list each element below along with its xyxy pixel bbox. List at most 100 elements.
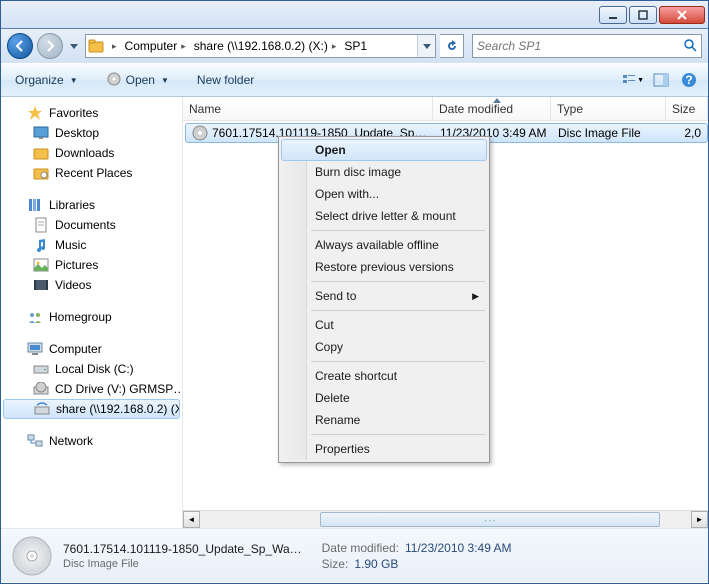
ctx-shortcut[interactable]: Create shortcut	[281, 365, 487, 387]
sidebar-desktop[interactable]: Desktop	[1, 123, 182, 143]
crumb-sp1[interactable]: SP1	[340, 35, 371, 57]
maximize-button[interactable]	[629, 6, 657, 24]
open-button[interactable]: Open▼	[100, 68, 175, 93]
search-icon[interactable]	[683, 38, 697, 55]
scroll-right-button[interactable]: ►	[691, 511, 708, 528]
view-options-button[interactable]: ▼	[622, 69, 644, 91]
refresh-button[interactable]	[440, 34, 464, 58]
sidebar-label: Favorites	[49, 106, 98, 120]
menu-separator	[311, 361, 485, 362]
sidebar-local-disk[interactable]: Local Disk (C:)	[1, 359, 182, 379]
ctx-burn[interactable]: Burn disc image	[281, 161, 487, 183]
ctx-mount[interactable]: Select drive letter & mount	[281, 205, 487, 227]
crumb-share[interactable]: share (\\192.168.0.2) (X:)▸	[190, 35, 341, 57]
nav-pane: Favorites Desktop Downloads Recent Place…	[1, 97, 183, 528]
folder-icon	[86, 39, 106, 53]
ctx-delete[interactable]: Delete	[281, 387, 487, 409]
disc-image-icon	[192, 125, 208, 141]
organize-label: Organize	[15, 73, 64, 87]
back-button[interactable]	[7, 33, 33, 59]
horizontal-scrollbar[interactable]: ◄ ∙∙∙ ►	[183, 510, 708, 528]
toolbar: Organize ▼ Open▼ New folder ▼ ?	[1, 63, 708, 97]
network-icon	[27, 433, 43, 449]
column-date[interactable]: Date modified	[433, 97, 551, 120]
address-bar[interactable]: ▸ Computer▸ share (\\192.168.0.2) (X:)▸ …	[85, 34, 436, 58]
ctx-open[interactable]: Open	[281, 139, 487, 161]
sidebar-label: Libraries	[49, 198, 95, 212]
ctx-restore[interactable]: Restore previous versions	[281, 256, 487, 278]
title-bar	[1, 1, 708, 29]
details-filename: 7601.17514.101119-1850_Update_Sp_Wa…	[63, 542, 302, 556]
close-button[interactable]	[659, 6, 705, 24]
submenu-arrow-icon: ▶	[472, 291, 479, 302]
nav-history-dropdown[interactable]	[67, 35, 81, 57]
column-name[interactable]: Name	[183, 97, 433, 120]
new-folder-button[interactable]: New folder	[191, 70, 260, 90]
menu-label: Create shortcut	[315, 369, 397, 383]
scroll-thumb[interactable]: ∙∙∙	[320, 512, 660, 527]
sidebar-recent[interactable]: Recent Places	[1, 163, 182, 183]
sidebar-libraries[interactable]: Libraries	[1, 195, 182, 215]
sidebar-network[interactable]: Network	[1, 431, 182, 451]
sidebar-pictures[interactable]: Pictures	[1, 255, 182, 275]
column-type[interactable]: Type	[551, 97, 666, 120]
menu-label: Select drive letter & mount	[315, 209, 456, 223]
computer-icon	[27, 341, 43, 357]
sidebar-videos[interactable]: Videos	[1, 275, 182, 295]
desktop-icon	[33, 125, 49, 141]
ctx-cut[interactable]: Cut	[281, 314, 487, 336]
chevron-down-icon: ▼	[70, 76, 78, 85]
ctx-open-with[interactable]: Open with...	[281, 183, 487, 205]
crumb-root-sep[interactable]: ▸	[106, 35, 121, 57]
star-icon	[27, 105, 43, 121]
column-label: Type	[557, 102, 583, 116]
help-button[interactable]: ?	[678, 69, 700, 91]
organize-button[interactable]: Organize ▼	[9, 70, 84, 90]
crumb-label: share (\\192.168.0.2) (X:)	[194, 39, 328, 53]
sidebar-share[interactable]: share (\\192.168.0.2) (X:)	[3, 399, 180, 419]
sidebar-cd-drive[interactable]: CD Drive (V:) GRMSP…	[1, 379, 182, 399]
ctx-rename[interactable]: Rename	[281, 409, 487, 431]
scroll-left-button[interactable]: ◄	[183, 511, 200, 528]
menu-label: Send to	[315, 289, 356, 303]
search-input[interactable]	[477, 39, 683, 53]
sidebar-label: Local Disk (C:)	[55, 362, 134, 376]
ctx-copy[interactable]: Copy	[281, 336, 487, 358]
sidebar-homegroup[interactable]: Homegroup	[1, 307, 182, 327]
menu-label: Burn disc image	[315, 165, 401, 179]
ctx-properties[interactable]: Properties	[281, 438, 487, 460]
ctx-offline[interactable]: Always available offline	[281, 234, 487, 256]
details-filetype: Disc Image File	[63, 558, 302, 570]
search-box[interactable]	[472, 34, 702, 58]
sidebar-downloads[interactable]: Downloads	[1, 143, 182, 163]
details-size-value: 1.90 GB	[354, 557, 398, 571]
menu-separator	[311, 434, 485, 435]
menu-label: Copy	[315, 340, 343, 354]
minimize-button[interactable]	[599, 6, 627, 24]
sidebar-label: Music	[55, 238, 86, 252]
disc-drive-icon	[33, 381, 49, 397]
crumb-computer[interactable]: Computer▸	[121, 35, 190, 57]
sidebar-favorites[interactable]: Favorites	[1, 103, 182, 123]
pictures-icon	[33, 257, 49, 273]
menu-label: Rename	[315, 413, 360, 427]
forward-button[interactable]	[37, 33, 63, 59]
address-dropdown[interactable]	[417, 35, 435, 57]
column-size[interactable]: Size	[666, 97, 708, 120]
preview-pane-button[interactable]	[650, 69, 672, 91]
menu-label: Cut	[315, 318, 334, 332]
menu-label: Open	[315, 143, 346, 157]
sidebar-computer[interactable]: Computer	[1, 339, 182, 359]
menu-separator	[311, 281, 485, 282]
column-header-row: Name Date modified Type Size	[183, 97, 708, 121]
open-label: Open	[126, 73, 155, 87]
menu-separator	[311, 310, 485, 311]
ctx-send-to[interactable]: Send to ▶	[281, 285, 487, 307]
sidebar-label: Network	[49, 434, 93, 448]
sidebar-label: Pictures	[55, 258, 98, 272]
sidebar-label: CD Drive (V:) GRMSP…	[55, 382, 182, 396]
sidebar-documents[interactable]: Documents	[1, 215, 182, 235]
network-drive-icon	[34, 401, 50, 417]
sidebar-music[interactable]: Music	[1, 235, 182, 255]
sidebar-label: Videos	[55, 278, 91, 292]
